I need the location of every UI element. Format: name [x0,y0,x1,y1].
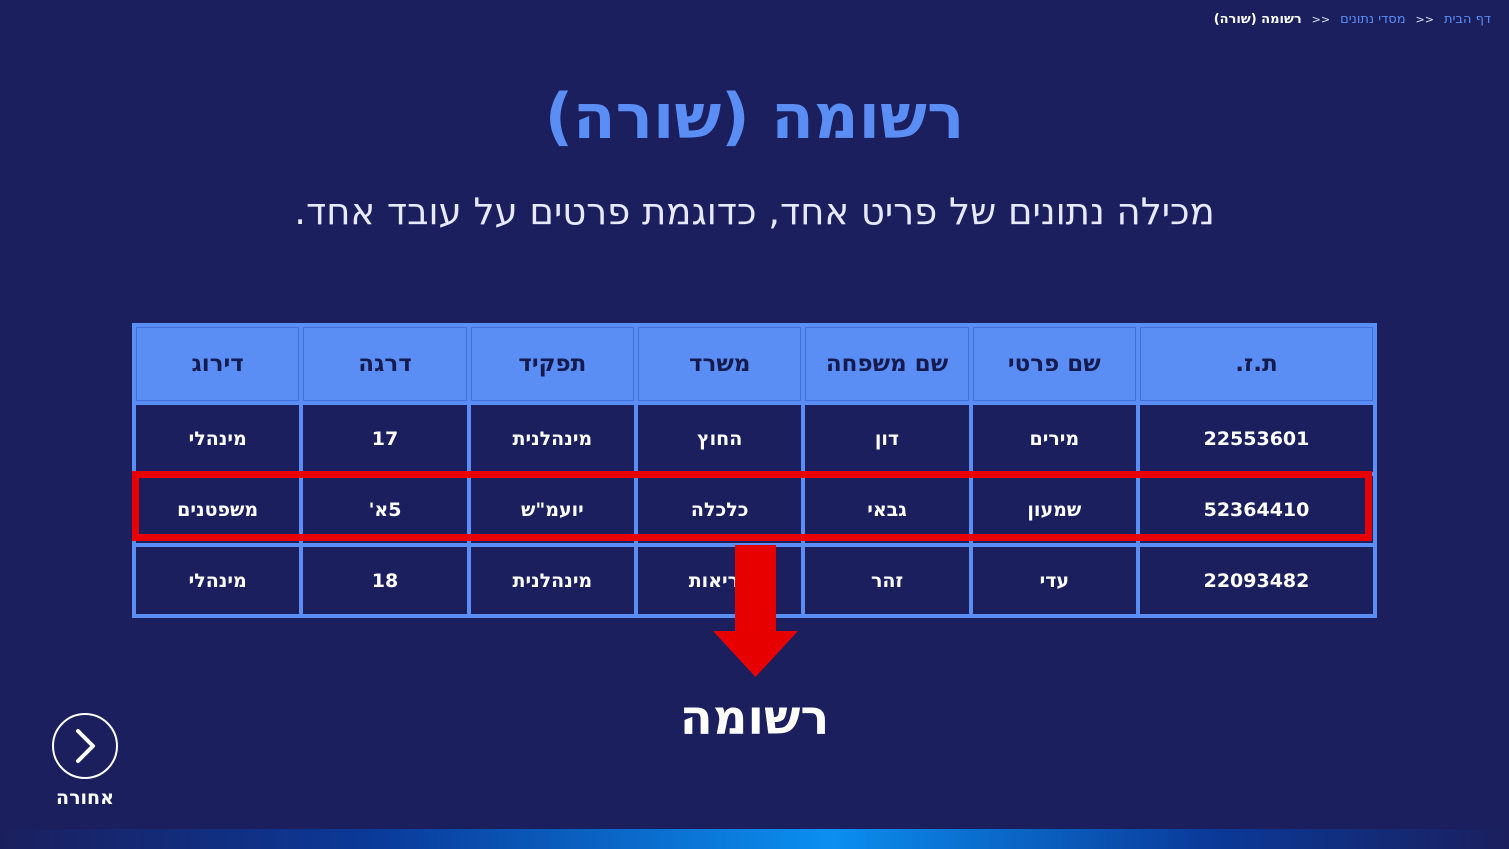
back-button-label: אחורה [56,787,114,809]
table-row: 22553601 מירים דון החוץ מינהלנית 17 מינה… [136,405,1373,472]
table-cell: מינהלי [136,405,300,472]
header-id: ת.ז. [1140,327,1373,401]
header-first-name: שם פרטי [972,327,1136,401]
header-last-name: שם משפחה [805,327,969,401]
table-cell: מינהלנית [470,405,635,472]
back-button[interactable]: אחורה [50,713,120,809]
record-highlight-frame [132,471,1372,541]
bottom-gradient-bar [0,829,1509,849]
header-office: משרד [638,327,802,401]
table-cell: מינהלי [136,547,300,614]
breadcrumb-home-link[interactable]: דף הבית [1444,12,1491,27]
breadcrumb-current: רשומה (שורה) [1213,12,1302,27]
page-subtitle: מכילה נתונים של פריט אחד, כדוגמת פרטים ע… [294,190,1215,233]
back-button-circle[interactable] [52,713,118,779]
breadcrumb-separator: << [1415,13,1434,26]
header-role: תפקיד [470,327,635,401]
chevron-right-icon [76,729,95,763]
table-cell: 18 [303,547,467,614]
table-cell: 22093482 [1140,547,1373,614]
header-rank: דרגה [303,327,467,401]
breadcrumb-databases-link[interactable]: מסדי נתונים [1340,12,1405,27]
table-header-row: ת.ז. שם פרטי שם משפחה משרד תפקיד דרגה די… [136,327,1373,401]
page-title: רשומה (שורה) [544,80,965,153]
table-cell: מירים [972,405,1136,472]
table-cell: זהר [805,547,969,614]
table-cell: החוץ [638,405,802,472]
table-cell: מינהלנית [470,547,635,614]
breadcrumb: דף הבית << מסדי נתונים << רשומה (שורה) [1214,12,1491,27]
header-grade: דירוג [136,327,300,401]
table-cell: 17 [303,405,467,472]
table-cell: 22553601 [1140,405,1373,472]
record-label: רשומה [679,690,830,746]
table-cell: עדי [972,547,1136,614]
down-arrow-icon [713,545,798,677]
table-cell: דון [805,405,969,472]
breadcrumb-separator: << [1311,13,1331,26]
